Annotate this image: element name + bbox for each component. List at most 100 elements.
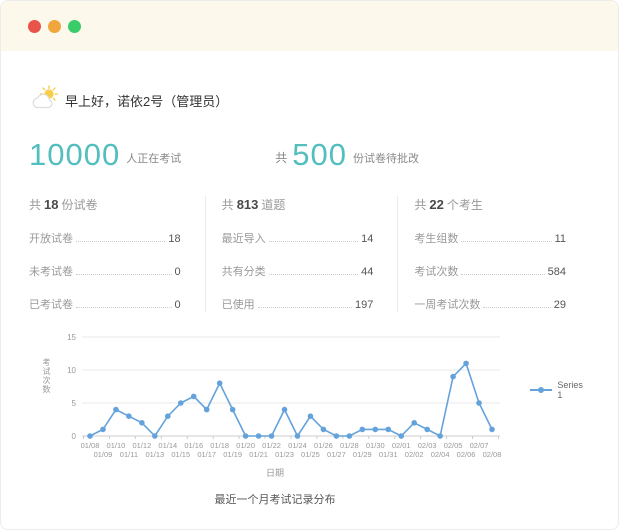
card-questions-title-suffix: 道题 <box>261 198 285 212</box>
stat-row: 考生组数 11 <box>414 230 566 246</box>
dotted-leader <box>269 274 358 275</box>
card-papers-title: 共18份试卷 <box>29 196 181 213</box>
stat-row: 考试次数 584 <box>414 263 566 279</box>
svg-text:02/05: 02/05 <box>444 441 463 450</box>
svg-text:02/04: 02/04 <box>431 450 450 459</box>
chart-y-axis-title: 考试次数 <box>41 358 52 394</box>
svg-text:01/19: 01/19 <box>223 450 242 459</box>
legend-item-series1[interactable]: Series 1 <box>530 380 590 400</box>
exam-record-chart: 考试次数 05101501/0801/0901/1001/1101/1201/1… <box>29 324 590 507</box>
svg-text:01/18: 01/18 <box>210 441 229 450</box>
svg-text:01/24: 01/24 <box>288 441 307 450</box>
chart-x-axis-title: 日期 <box>41 466 509 479</box>
stat-label: 最近导入 <box>222 230 266 246</box>
svg-text:02/03: 02/03 <box>418 441 437 450</box>
stat-label: 已使用 <box>222 296 255 312</box>
card-questions-title-value: 813 <box>237 197 259 212</box>
dotted-leader <box>76 274 172 275</box>
svg-text:15: 15 <box>67 333 76 342</box>
card-students-title-prefix: 共 <box>414 198 426 212</box>
dotted-leader <box>269 241 358 242</box>
hero-stats: 10000 人正在考试 共 500 份试卷待批改 <box>29 139 590 170</box>
svg-text:01/11: 01/11 <box>120 450 138 459</box>
card-questions: 共813道题 最近导入 14 共有分类 44 已使用 197 <box>205 196 398 312</box>
stat-row: 未考试卷 0 <box>29 263 181 279</box>
stat-label: 一周考试次数 <box>414 296 480 312</box>
svg-text:5: 5 <box>72 399 77 408</box>
stat-value: 11 <box>555 233 566 245</box>
svg-text:01/16: 01/16 <box>184 441 203 450</box>
svg-text:01/23: 01/23 <box>275 450 294 459</box>
svg-text:02/06: 02/06 <box>457 450 476 459</box>
chart-caption: 最近一个月考试记录分布 <box>41 491 509 507</box>
stat-row: 已使用 197 <box>222 296 374 312</box>
legend-line-dot-icon <box>530 386 552 394</box>
window-minimize-button[interactable] <box>48 20 61 33</box>
stat-value: 14 <box>361 233 373 245</box>
card-students: 共22 个考生 考生组数 11 考试次数 584 一周考试次数 29 <box>397 196 590 312</box>
svg-text:01/14: 01/14 <box>158 441 177 450</box>
dotted-leader <box>461 241 551 242</box>
window-titlebar <box>1 1 618 51</box>
hero-pending-label: 份试卷待批改 <box>353 150 419 166</box>
svg-text:01/09: 01/09 <box>94 450 113 459</box>
stat-value: 29 <box>554 299 566 311</box>
stat-label: 考生组数 <box>414 230 458 246</box>
dotted-leader <box>483 307 550 308</box>
svg-text:01/22: 01/22 <box>262 441 281 450</box>
svg-text:02/07: 02/07 <box>470 441 489 450</box>
svg-text:02/08: 02/08 <box>483 450 502 459</box>
card-papers-title-suffix: 份试卷 <box>61 198 97 212</box>
dotted-leader <box>461 274 544 275</box>
stat-label: 已考试卷 <box>29 296 73 312</box>
window-maximize-button[interactable] <box>68 20 81 33</box>
hero-pending-value: 500 <box>292 139 347 170</box>
stat-row: 共有分类 44 <box>222 263 374 279</box>
stat-value: 197 <box>355 299 373 311</box>
svg-text:01/28: 01/28 <box>340 441 359 450</box>
card-students-title: 共22 个考生 <box>414 196 566 213</box>
dotted-leader <box>76 241 165 242</box>
hero-stat-pending-papers: 共 500 份试卷待批改 <box>275 139 419 170</box>
hero-stat-examinees: 10000 人正在考试 <box>29 139 181 170</box>
svg-text:01/30: 01/30 <box>366 441 385 450</box>
stat-value: 0 <box>175 266 181 278</box>
line-chart-plot: 05101501/0801/0901/1001/1101/1201/1301/1… <box>52 324 516 464</box>
svg-text:01/29: 01/29 <box>353 450 372 459</box>
svg-text:01/25: 01/25 <box>301 450 320 459</box>
svg-text:02/02: 02/02 <box>405 450 424 459</box>
dotted-leader <box>258 307 352 308</box>
svg-text:02/01: 02/01 <box>392 441 411 450</box>
stat-label: 未考试卷 <box>29 263 73 279</box>
svg-text:01/15: 01/15 <box>171 450 190 459</box>
window-close-button[interactable] <box>28 20 41 33</box>
svg-text:01/17: 01/17 <box>197 450 216 459</box>
stat-row: 开放试卷 18 <box>29 230 181 246</box>
stat-value: 584 <box>548 266 566 278</box>
card-papers-title-value: 18 <box>44 197 58 212</box>
stat-row: 已考试卷 0 <box>29 296 181 312</box>
svg-text:01/12: 01/12 <box>132 441 151 450</box>
card-students-title-suffix: 个考生 <box>447 198 483 212</box>
dashboard-content: 早上好，诺依2号（管理员） 10000 人正在考试 共 500 份试卷待批改 共… <box>1 85 618 507</box>
card-questions-title-prefix: 共 <box>222 198 234 212</box>
stat-value: 44 <box>361 266 373 278</box>
stat-value: 18 <box>168 233 180 245</box>
stat-label: 共有分类 <box>222 263 266 279</box>
app-window: 早上好，诺依2号（管理员） 10000 人正在考试 共 500 份试卷待批改 共… <box>0 0 619 530</box>
summary-cards: 共18份试卷 开放试卷 18 未考试卷 0 已考试卷 0 <box>29 196 590 312</box>
dotted-leader <box>76 307 172 308</box>
hero-examinees-label: 人正在考试 <box>126 150 181 166</box>
hero-examinees-value: 10000 <box>29 139 120 170</box>
stat-label: 开放试卷 <box>29 230 73 246</box>
hero-pending-prefix: 共 <box>275 149 287 166</box>
svg-text:01/10: 01/10 <box>107 441 126 450</box>
svg-text:01/26: 01/26 <box>314 441 333 450</box>
svg-text:01/27: 01/27 <box>327 450 346 459</box>
sun-cloud-icon <box>29 85 61 115</box>
svg-text:01/13: 01/13 <box>145 450 164 459</box>
svg-text:01/08: 01/08 <box>81 441 100 450</box>
svg-text:01/31: 01/31 <box>379 450 398 459</box>
card-students-title-value: 22 <box>429 197 443 212</box>
greeting: 早上好，诺依2号（管理员） <box>29 85 590 115</box>
